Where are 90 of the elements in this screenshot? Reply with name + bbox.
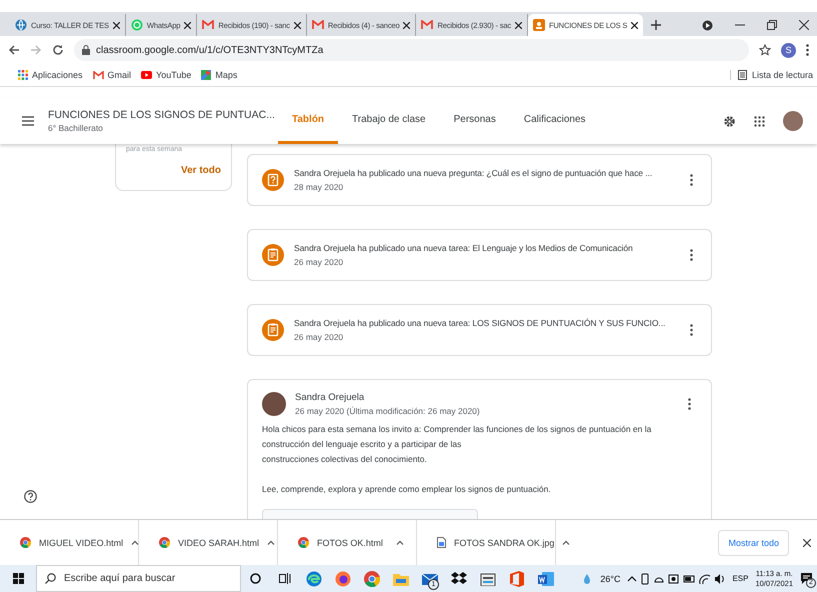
caret-icon[interactable]	[267, 540, 276, 545]
author-name: Sandra Orejuela	[295, 392, 366, 403]
globe-icon	[15, 19, 27, 31]
windows-start-icon[interactable]	[12, 573, 24, 584]
plus-icon[interactable]	[651, 20, 662, 30]
chrome-icon	[159, 537, 170, 548]
profile-avatar[interactable]: S	[781, 42, 796, 58]
chrome-icon	[20, 537, 31, 548]
more-vertical-icon[interactable]	[690, 174, 693, 186]
caret-icon[interactable]	[131, 540, 140, 545]
author-avatar	[262, 392, 286, 416]
gmail-icon	[421, 20, 434, 30]
close-icon[interactable]	[112, 22, 120, 28]
show-all-button[interactable]: Mostrar todo	[718, 530, 789, 556]
assignment-icon	[262, 244, 284, 266]
edge-icon[interactable]	[306, 570, 322, 586]
question-icon	[262, 169, 284, 191]
bookmark-link[interactable]: Aplicaciones	[18, 70, 83, 80]
bookmark-link[interactable]: Gmail	[92, 70, 132, 80]
more-vertical-icon[interactable]	[688, 398, 691, 410]
chrome-icon	[298, 537, 309, 548]
more-vertical-icon[interactable]	[806, 44, 809, 56]
back-arrow-icon[interactable]	[8, 44, 20, 56]
classroom-icon	[532, 19, 545, 31]
stream-post-card[interactable]: Sandra Orejuela ha publicado una nueva tarea: El Lenguaje y los Medios de Comunicación 26 may 2020	[247, 229, 712, 281]
input-language[interactable]: ESP	[732, 574, 748, 583]
youtube-icon	[141, 71, 152, 79]
menu-icon[interactable]	[22, 116, 34, 126]
caret-icon[interactable]	[396, 540, 404, 545]
post-title: Sandra Orejuela ha publicado una nueva tarea: El Lenguaje y los Medios de Comunicación	[294, 243, 634, 253]
list-icon	[738, 70, 747, 80]
apps-grid-icon[interactable]	[754, 116, 765, 126]
nav-tab[interactable]: Trabajo de clase	[338, 98, 440, 144]
search-icon	[45, 573, 56, 584]
address-bar[interactable]: classroom.google.com/u/1/c/OTE3NTY3NTcyMTZa	[74, 39, 749, 61]
word-icon[interactable]	[538, 570, 554, 586]
bookmark-link[interactable]: Maps	[201, 70, 238, 80]
image-file-icon	[437, 537, 446, 548]
announcement-text: Lee, comprende, explora y aprende como emplear los signos de puntuación.	[262, 483, 552, 496]
temperature[interactable]: 26°C	[600, 574, 620, 584]
settings-icon[interactable]	[723, 114, 736, 128]
help-icon[interactable]	[24, 490, 37, 503]
close-icon[interactable]	[631, 22, 638, 28]
close-icon[interactable]	[403, 22, 410, 28]
media-control-icon[interactable]	[702, 20, 713, 30]
more-vertical-icon[interactable]	[690, 249, 693, 261]
restore-icon[interactable]	[767, 20, 777, 30]
firefox-icon[interactable]	[334, 570, 350, 586]
folder-icon[interactable]	[392, 572, 408, 586]
apps-grid-icon	[18, 70, 28, 80]
bookmark-link[interactable]: YouTube	[141, 70, 192, 80]
account-avatar[interactable]	[783, 111, 803, 131]
post-title: Sandra Orejuela ha publicado una nueva pregunta: ¿Cuál es el signo de puntuación que hace ...	[294, 168, 654, 178]
more-vertical-icon[interactable]	[690, 324, 693, 336]
close-icon[interactable]	[184, 22, 192, 28]
chrome-icon[interactable]	[364, 570, 380, 586]
reading-list-button[interactable]: Lista de lectura	[730, 70, 817, 80]
post-date: 28 may 2020	[294, 182, 344, 192]
post-title: Sandra Orejuela ha publicado una nueva tarea: LOS SIGNOS DE PUNTUACIÓN Y SUS FUNCIO...	[294, 318, 666, 328]
task-view-icon[interactable]	[278, 573, 290, 584]
dropbox-icon[interactable]	[450, 572, 466, 586]
post-date: 26 may 2020	[294, 332, 344, 342]
caret-icon[interactable]	[562, 540, 570, 545]
taskbar-search-field[interactable]: Escribe aquí para buscar	[36, 565, 241, 592]
class-section: 6° Bachillerato	[48, 123, 275, 133]
star-icon[interactable]	[759, 44, 771, 56]
stream-post-card[interactable]: Sandra Orejuela ha publicado una nueva tarea: LOS SIGNOS DE PUNTUACIÓN Y SUS FUNCIO... 26 may 2020	[247, 304, 712, 356]
assignment-icon	[262, 319, 284, 341]
reload-icon[interactable]	[52, 44, 64, 56]
announcement-text: construcciones colectivas del conocimiento.	[262, 453, 428, 466]
stream-post-card[interactable]: Sandra Orejuela ha publicado una nueva pregunta: ¿Cuál es el signo de puntuación que hace ... 28 may 2020	[247, 154, 712, 206]
gmail-icon	[202, 20, 214, 30]
lock-icon	[82, 45, 90, 55]
shopping-bag-icon[interactable]	[480, 572, 496, 586]
post-date: 26 may 2020	[294, 257, 344, 267]
close-icon[interactable]	[514, 22, 522, 28]
close-icon[interactable]	[799, 20, 809, 30]
close-icon[interactable]	[803, 538, 811, 546]
gmail-icon	[312, 20, 324, 30]
office-icon[interactable]	[510, 570, 524, 586]
gmail-icon	[92, 70, 104, 80]
tray-icons-drawing[interactable]	[627, 572, 726, 584]
nav-tab[interactable]: Personas	[440, 98, 510, 144]
view-all-link[interactable]: Ver todo	[180, 165, 221, 176]
circle-icon[interactable]	[250, 573, 261, 584]
post-date: 26 may 2020 (Última modificación: 26 may 2020)	[295, 406, 481, 416]
map-pin-icon	[201, 70, 212, 80]
class-title[interactable]: FUNCIONES DE LOS SIGNOS DE PUNTUAC...	[48, 109, 275, 121]
close-icon[interactable]	[294, 22, 301, 28]
nav-tab[interactable]: Calificaciones	[510, 98, 600, 144]
